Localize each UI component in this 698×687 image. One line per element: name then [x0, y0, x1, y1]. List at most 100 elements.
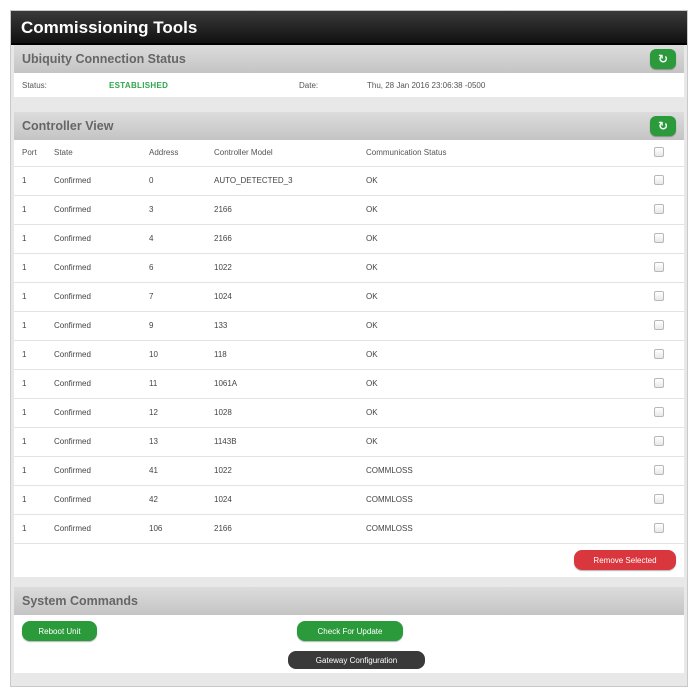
cell-port: 1	[14, 397, 54, 427]
cell-state: Confirmed	[54, 368, 149, 398]
cell-address: 9	[149, 310, 214, 340]
table-row: 1 Confirmed 106 2166 COMMLOSS	[14, 513, 684, 543]
row-select-checkbox[interactable]	[654, 261, 664, 272]
column-header-comm-status: Communication Status	[366, 148, 447, 158]
row-select-checkbox[interactable]	[654, 348, 664, 359]
cell-state: Confirmed	[54, 281, 149, 311]
refresh-icon: ↻	[657, 52, 669, 66]
cell-comm-status: OK	[366, 368, 654, 398]
cell-port: 1	[14, 339, 54, 369]
row-select-checkbox[interactable]	[654, 435, 664, 446]
cell-comm-status: COMMLOSS	[366, 484, 654, 514]
cell-comm-status: OK	[366, 165, 654, 195]
connection-section-header: Ubiquity Connection Status ↻	[14, 45, 684, 73]
check-for-update-button[interactable]: Check For Update	[297, 621, 403, 641]
cell-address: 13	[149, 426, 214, 456]
cell-model: 2166	[214, 223, 366, 253]
cell-model: 1143B	[214, 426, 366, 456]
cell-comm-status: OK	[366, 339, 654, 369]
cell-select	[654, 252, 684, 282]
table-row: 1 Confirmed 11 1061A OK	[14, 368, 684, 398]
cell-port: 1	[14, 252, 54, 282]
cell-model: AUTO_DETECTED_3	[214, 165, 366, 195]
row-select-checkbox[interactable]	[654, 203, 664, 214]
table-header-row: Port State Address Controller Model Comm…	[14, 140, 684, 166]
cell-comm-status: OK	[366, 397, 654, 427]
cell-select	[654, 397, 684, 427]
cell-address: 4	[149, 223, 214, 253]
row-select-checkbox[interactable]	[654, 377, 664, 388]
controller-table: Port State Address Controller Model Comm…	[14, 140, 684, 543]
cell-model: 133	[214, 310, 366, 340]
cell-state: Confirmed	[54, 426, 149, 456]
cell-comm-status: OK	[366, 281, 654, 311]
cell-state: Confirmed	[54, 397, 149, 427]
cell-select	[654, 194, 684, 224]
status-label: Status:	[22, 81, 47, 90]
remove-bar: Remove Selected	[14, 543, 684, 577]
table-row: 1 Confirmed 13 1143B OK	[14, 426, 684, 456]
refresh-connection-button[interactable]: ↻	[650, 49, 676, 69]
cell-address: 106	[149, 513, 214, 543]
date-value: Thu, 28 Jan 2016 23:06:38 -0500	[367, 81, 486, 90]
table-row: 1 Confirmed 42 1024 COMMLOSS	[14, 484, 684, 514]
cell-port: 1	[14, 281, 54, 311]
cell-model: 1061A	[214, 368, 366, 398]
row-select-checkbox[interactable]	[654, 319, 664, 330]
row-select-checkbox[interactable]	[654, 464, 664, 475]
cell-port: 1	[14, 223, 54, 253]
remove-selected-button[interactable]: Remove Selected	[574, 550, 676, 570]
cell-state: Confirmed	[54, 339, 149, 369]
refresh-controllers-button[interactable]: ↻	[650, 116, 676, 136]
system-commands-body: Reboot Unit Check For Update Gateway Con…	[14, 615, 684, 673]
table-row: 1 Confirmed 10 118 OK	[14, 339, 684, 369]
cell-port: 1	[14, 513, 54, 543]
cell-comm-status: COMMLOSS	[366, 455, 654, 485]
cell-address: 12	[149, 397, 214, 427]
cell-comm-status: OK	[366, 310, 654, 340]
column-header-state: State	[54, 148, 73, 158]
table-row: 1 Confirmed 0 AUTO_DETECTED_3 OK	[14, 165, 684, 195]
cell-port: 1	[14, 368, 54, 398]
select-all-checkbox[interactable]	[654, 146, 664, 157]
cell-address: 41	[149, 455, 214, 485]
commissioning-panel: Commissioning Tools Ubiquity Connection …	[10, 10, 688, 687]
cell-comm-status: COMMLOSS	[366, 513, 654, 543]
cell-select	[654, 281, 684, 311]
reboot-unit-button[interactable]: Reboot Unit	[22, 621, 97, 641]
cell-port: 1	[14, 484, 54, 514]
controller-section-header: Controller View ↻	[14, 112, 684, 140]
cell-select	[654, 455, 684, 485]
row-select-checkbox[interactable]	[654, 406, 664, 417]
cell-select	[654, 310, 684, 340]
cell-port: 1	[14, 426, 54, 456]
cell-state: Confirmed	[54, 484, 149, 514]
cell-state: Confirmed	[54, 223, 149, 253]
cell-port: 1	[14, 165, 54, 195]
cell-port: 1	[14, 455, 54, 485]
controller-section-title: Controller View	[22, 119, 114, 133]
row-select-checkbox[interactable]	[654, 174, 664, 185]
cell-state: Confirmed	[54, 165, 149, 195]
table-row: 1 Confirmed 3 2166 OK	[14, 194, 684, 224]
cell-select	[654, 484, 684, 514]
cell-comm-status: OK	[366, 194, 654, 224]
row-select-checkbox[interactable]	[654, 522, 664, 533]
row-select-checkbox[interactable]	[654, 290, 664, 301]
cell-select	[654, 368, 684, 398]
cell-model: 1022	[214, 455, 366, 485]
cell-select	[654, 339, 684, 369]
controller-table-container: Port State Address Controller Model Comm…	[14, 140, 684, 577]
table-row: 1 Confirmed 41 1022 COMMLOSS	[14, 455, 684, 485]
column-header-model: Controller Model	[214, 148, 273, 158]
gateway-configuration-button[interactable]: Gateway Configuration	[288, 651, 425, 669]
page-title: Commissioning Tools	[11, 11, 687, 45]
row-select-checkbox[interactable]	[654, 232, 664, 243]
cell-model: 118	[214, 339, 366, 369]
table-row: 1 Confirmed 12 1028 OK	[14, 397, 684, 427]
cell-comm-status: OK	[366, 426, 654, 456]
row-select-checkbox[interactable]	[654, 493, 664, 504]
system-section-title: System Commands	[22, 594, 139, 608]
cell-model: 1024	[214, 281, 366, 311]
cell-model: 2166	[214, 194, 366, 224]
